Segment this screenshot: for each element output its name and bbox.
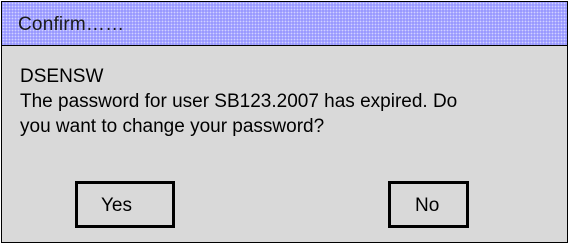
dialog-titlebar[interactable]: Confirm……	[2, 2, 567, 46]
yes-button[interactable]: Yes	[75, 181, 175, 228]
confirm-dialog: Confirm…… DSENSW The password for user S…	[1, 1, 568, 243]
message-line-2: you want to change your password?	[20, 116, 325, 137]
dialog-title: Confirm……	[18, 14, 125, 35]
message-line-1: The password for user SB123.2007 has exp…	[20, 91, 458, 112]
dialog-body: DSENSW The password for user SB123.2007 …	[20, 64, 560, 139]
app-name: DSENSW	[20, 66, 104, 87]
no-button[interactable]: No	[388, 181, 469, 228]
no-button-label: No	[415, 195, 440, 216]
yes-button-label: Yes	[101, 195, 132, 216]
